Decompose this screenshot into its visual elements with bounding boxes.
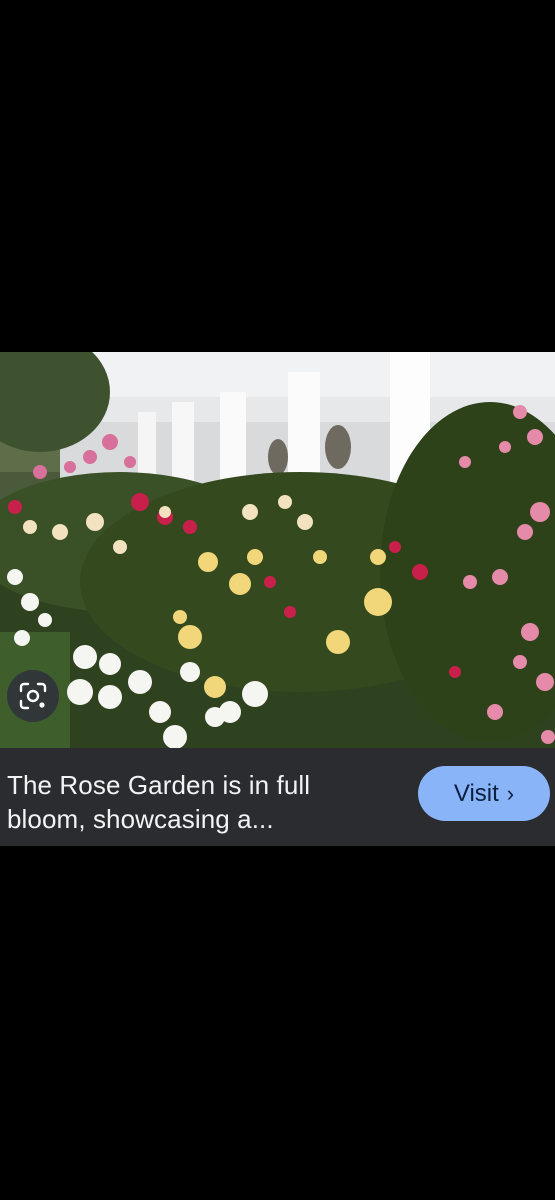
lens-search-button[interactable]	[7, 670, 59, 722]
visit-button[interactable]: Visit ›	[418, 766, 550, 821]
lens-search-icon	[19, 682, 47, 710]
image-caption-bar: The Rose Garden is in full bloom, showca…	[0, 748, 555, 846]
chevron-right-icon: ›	[506, 780, 515, 806]
visit-button-label: Visit	[453, 779, 499, 807]
image-caption[interactable]: The Rose Garden is in full bloom, showca…	[7, 768, 387, 836]
image-viewer: The Rose Garden is in full bloom, showca…	[0, 0, 555, 1200]
photo-illustration	[0, 352, 555, 748]
rose-garden-photo[interactable]	[0, 352, 555, 748]
